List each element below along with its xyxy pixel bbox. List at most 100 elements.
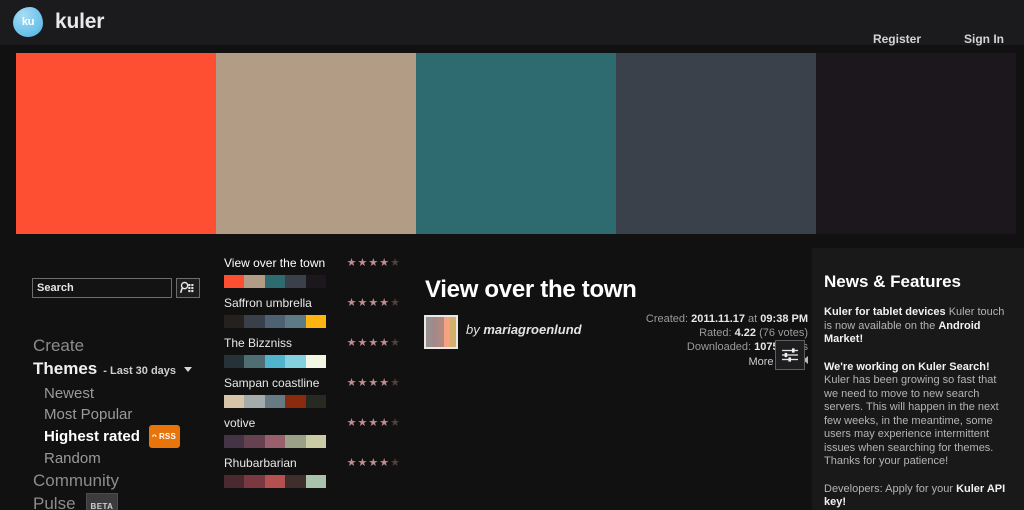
star-icon: ★ <box>346 296 357 309</box>
search-input[interactable] <box>32 278 172 298</box>
star-icon: ★ <box>357 456 368 469</box>
theme-rating-stars[interactable]: ★ ★ ★ ★ ★ <box>346 336 400 349</box>
theme-rating-stars[interactable]: ★ ★ ★ ★ ★ <box>346 256 400 269</box>
featured-theme-swatches[interactable] <box>16 53 1016 234</box>
sidebar-item-themes[interactable]: Themes - Last 30 days <box>16 357 216 383</box>
hero-swatch-2[interactable] <box>216 53 416 234</box>
news-item-body: Kuler has been growing so fast that we n… <box>824 374 999 467</box>
sidebar-item-label: Highest rated <box>44 428 140 445</box>
star-icon: ★ <box>346 456 357 469</box>
sidebar-item-newest[interactable]: Newest <box>16 383 216 404</box>
theme-list-item[interactable]: View over the town ★ ★ ★ ★ ★ <box>216 248 408 288</box>
hero-swatch-3[interactable] <box>416 53 616 234</box>
star-icon: ★ <box>357 376 368 389</box>
theme-swatch-2 <box>244 315 265 328</box>
sidebar-item-label: Most Popular <box>44 406 133 423</box>
news-item: We're working on Kuler Search! Kuler has… <box>824 361 1010 469</box>
theme-list-item[interactable]: The Bizzniss ★ ★ ★ ★ ★ <box>216 328 408 368</box>
created-label: Created: <box>645 313 689 325</box>
theme-list-item[interactable]: Sampan coastline ★ ★ ★ ★ ★ <box>216 368 408 408</box>
star-icon: ★ <box>379 336 390 349</box>
news-item: Kuler for tablet devices Kuler touch is … <box>824 306 1010 347</box>
theme-list-item[interactable]: votive ★ ★ ★ ★ ★ <box>216 408 408 448</box>
theme-row-header: Saffron umbrella ★ ★ ★ ★ ★ <box>216 296 408 310</box>
theme-swatch-2 <box>244 435 265 448</box>
theme-name: Saffron umbrella <box>224 296 312 310</box>
theme-rating-stars[interactable]: ★ ★ ★ ★ ★ <box>346 296 400 309</box>
themes-range-label: Last 30 days <box>109 365 177 377</box>
rss-badge[interactable]: ᴖ RSS <box>148 425 181 448</box>
theme-row-header: Sampan coastline ★ ★ ★ ★ ★ <box>216 376 408 390</box>
sidebar-item-community[interactable]: Community <box>16 469 216 492</box>
theme-color-strip[interactable] <box>224 275 327 288</box>
theme-swatch-5 <box>305 315 327 328</box>
detail-rated-line: Rated: 4.22 (76 votes) <box>646 326 808 340</box>
star-icon: ★ <box>379 416 390 429</box>
kuler-page: ku kuler Register Sign In Search Create … <box>0 0 1024 510</box>
edit-sliders-button[interactable] <box>775 340 805 370</box>
theme-row-header: Rhubarbarian ★ ★ ★ ★ ★ <box>216 456 408 470</box>
star-icon: ★ <box>379 256 390 269</box>
sidebar-item-label: Newest <box>44 385 95 402</box>
search-button[interactable] <box>176 278 200 298</box>
created-at-word: at <box>748 313 758 325</box>
theme-swatch-3 <box>264 475 286 488</box>
theme-color-strip[interactable] <box>224 435 327 448</box>
hero-swatch-4[interactable] <box>616 53 816 234</box>
logo[interactable]: ku kuler <box>13 7 104 37</box>
themes-range-dropdown[interactable]: - Last 30 days <box>103 360 193 383</box>
rss-icon: ᴖ <box>151 432 157 441</box>
detail-created-line: Created: 2011.11.17 at 09:38 PM <box>646 312 808 326</box>
star-icon: ★ <box>390 416 400 429</box>
theme-swatch-2 <box>244 275 265 288</box>
star-icon: ★ <box>368 376 379 389</box>
theme-color-strip[interactable] <box>224 475 327 488</box>
theme-swatch-4 <box>285 315 306 328</box>
sidebar-nav: Create Themes - Last 30 days Newest Most … <box>16 334 216 510</box>
theme-swatch-5 <box>305 475 327 488</box>
theme-color-strip[interactable] <box>224 395 327 408</box>
theme-rating-stars[interactable]: ★ ★ ★ ★ ★ <box>347 416 400 429</box>
theme-rating-stars[interactable]: ★ ★ ★ ★ ★ <box>346 376 400 389</box>
sidebar-item-random[interactable]: Random <box>16 448 216 469</box>
hero-swatch-5[interactable] <box>816 53 1016 234</box>
news-title: News & Features <box>824 272 961 291</box>
theme-swatch-1 <box>224 475 245 488</box>
search-column <box>16 248 216 300</box>
detail-author-name[interactable]: mariagroenlund <box>483 322 581 337</box>
detail-by-prefix: by <box>466 322 480 337</box>
theme-swatch-3 <box>264 395 286 408</box>
sidebar-item-most-popular[interactable]: Most Popular <box>16 404 216 425</box>
theme-list-item[interactable]: Saffron umbrella ★ ★ ★ ★ ★ <box>216 288 408 328</box>
avatar[interactable] <box>424 315 458 349</box>
star-icon: ★ <box>346 376 357 389</box>
search-grid-icon <box>180 281 194 294</box>
rated-votes: (76 votes) <box>759 327 808 339</box>
star-icon: ★ <box>346 256 357 269</box>
theme-list: View over the town ★ ★ ★ ★ ★ Saffron umbrella ★… <box>216 248 408 488</box>
theme-name: Rhubarbarian <box>224 456 297 470</box>
theme-rating-stars[interactable]: ★ ★ ★ ★ ★ <box>346 456 400 469</box>
sidebar-item-pulse[interactable]: Pulse BETA <box>16 492 216 510</box>
hero-swatch-1[interactable] <box>16 53 216 234</box>
sidebar-item-create[interactable]: Create <box>16 334 216 357</box>
theme-row-header: votive ★ ★ ★ ★ ★ <box>216 416 408 430</box>
register-link[interactable]: Register <box>873 32 921 46</box>
sidebar-themes-label[interactable]: Themes <box>33 357 97 380</box>
star-icon: ★ <box>368 296 379 309</box>
theme-list-item[interactable]: Rhubarbarian ★ ★ ★ ★ ★ <box>216 448 408 488</box>
theme-color-strip[interactable] <box>224 355 327 368</box>
detail-author[interactable]: by mariagroenlund <box>466 322 582 337</box>
search-row <box>16 278 216 300</box>
sidebar-pulse-label[interactable]: Pulse <box>33 492 76 510</box>
theme-color-strip[interactable] <box>224 315 327 328</box>
star-icon: ★ <box>346 336 357 349</box>
news-items: Kuler for tablet devices Kuler touch is … <box>824 306 1010 510</box>
logo-mark-text: ku <box>21 16 35 28</box>
sidebar-item-highest-rated[interactable]: Highest rated ᴖ RSS <box>16 425 216 448</box>
star-icon: ★ <box>390 296 400 309</box>
star-icon: ★ <box>379 296 390 309</box>
created-time: 09:38 PM <box>760 313 808 325</box>
sign-in-link[interactable]: Sign In <box>964 32 1004 46</box>
theme-swatch-5 <box>305 435 327 448</box>
